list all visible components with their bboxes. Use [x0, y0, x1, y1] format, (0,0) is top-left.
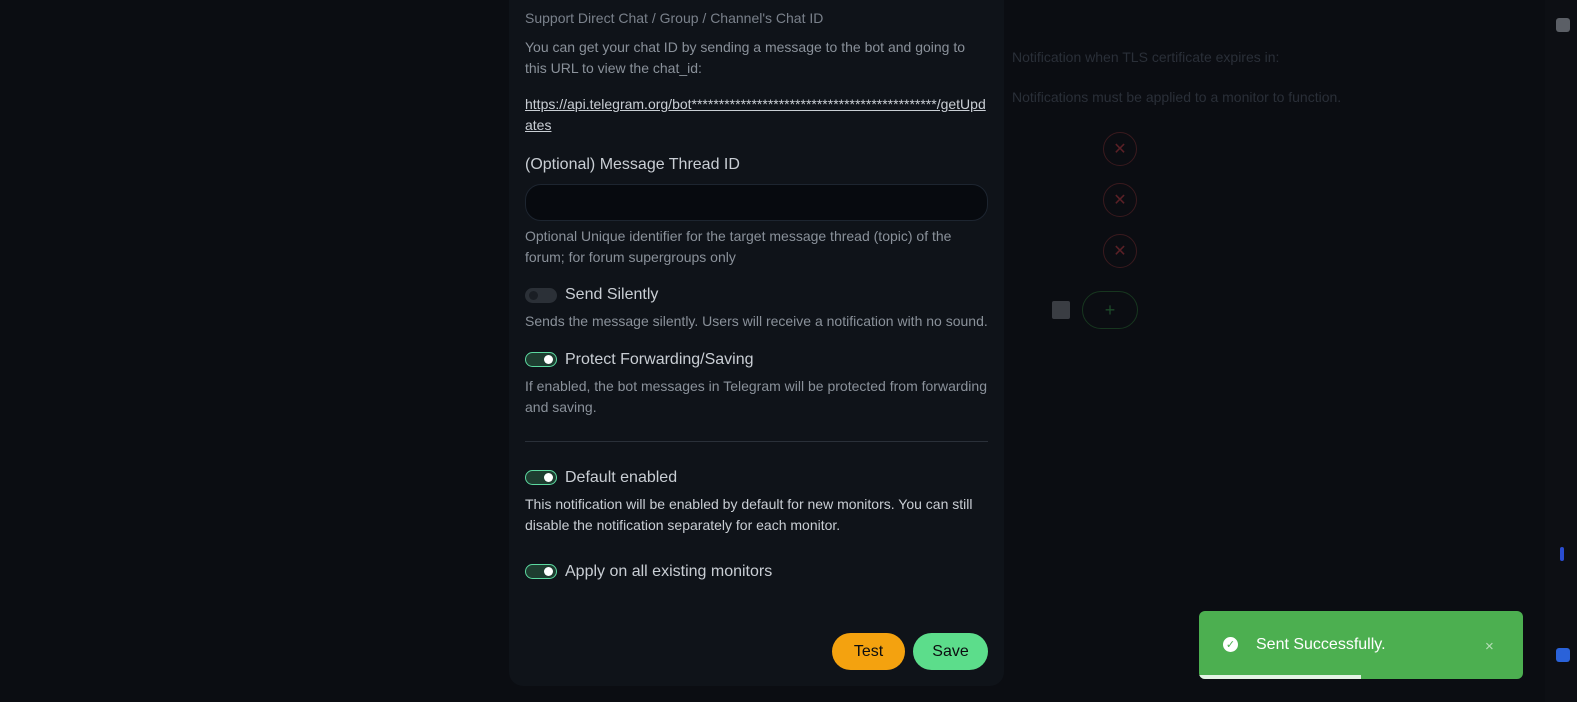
save-button[interactable]: Save [913, 633, 988, 670]
checkbox[interactable] [1052, 301, 1070, 319]
side-strip [1545, 0, 1577, 702]
delete-day-button[interactable]: ✕ [1103, 234, 1137, 268]
toggle-knob [544, 567, 553, 576]
get-updates-link[interactable]: https://api.telegram.org/bot************… [525, 94, 990, 136]
send-silently-toggle[interactable] [525, 288, 557, 303]
close-icon[interactable]: × [1485, 638, 1494, 655]
indicator-icon [1560, 547, 1564, 561]
divider [525, 441, 988, 442]
x-icon: ✕ [1113, 141, 1127, 158]
plus-icon: + [1104, 299, 1116, 320]
toggle-knob [529, 291, 538, 300]
toast-message: Sent Successfully. [1256, 636, 1386, 653]
protect-forwarding-help: If enabled, the bot messages in Telegram… [525, 378, 987, 415]
monitor-hint-text: Notifications must be applied to a monit… [1012, 89, 1342, 105]
chat-id-help: You can get your chat ID by sending a me… [525, 39, 966, 76]
apply-existing-label: Apply on all existing monitors [565, 563, 773, 580]
notification-settings-modal: Support Direct Chat / Group / Channel's … [509, 0, 1004, 686]
protect-forwarding-toggle[interactable] [525, 352, 557, 367]
add-day-button[interactable]: + [1082, 291, 1138, 329]
toggle-knob [544, 355, 553, 364]
default-enabled-help: This notification will be enabled by def… [525, 496, 973, 533]
tls-hint-text: Notification when TLS certificate expire… [1012, 49, 1280, 65]
thread-id-label: (Optional) Message Thread ID [525, 156, 740, 173]
protect-forwarding-label: Protect Forwarding/Saving [565, 351, 754, 368]
delete-day-button[interactable]: ✕ [1103, 183, 1137, 217]
browser-icon [1556, 18, 1570, 32]
delete-day-button[interactable]: ✕ [1103, 132, 1137, 166]
send-silently-label: Send Silently [565, 286, 659, 303]
send-silently-help: Sends the message silently. Users will r… [525, 313, 988, 329]
chat-id-hint: Support Direct Chat / Group / Channel's … [525, 10, 824, 26]
default-enabled-toggle[interactable] [525, 470, 557, 485]
success-toast: ✓ Sent Successfully. × [1199, 611, 1523, 679]
default-enabled-label: Default enabled [565, 469, 678, 486]
x-icon: ✕ [1113, 192, 1127, 209]
toast-progress-bar [1199, 675, 1361, 679]
test-button[interactable]: Test [832, 633, 905, 670]
x-icon: ✕ [1113, 243, 1127, 260]
app-icon [1556, 648, 1570, 662]
check-circle-icon: ✓ [1223, 637, 1238, 652]
toggle-knob [544, 473, 553, 482]
thread-id-input[interactable] [525, 184, 988, 221]
apply-existing-toggle[interactable] [525, 564, 557, 579]
thread-id-help: Optional Unique identifier for the targe… [525, 228, 952, 265]
